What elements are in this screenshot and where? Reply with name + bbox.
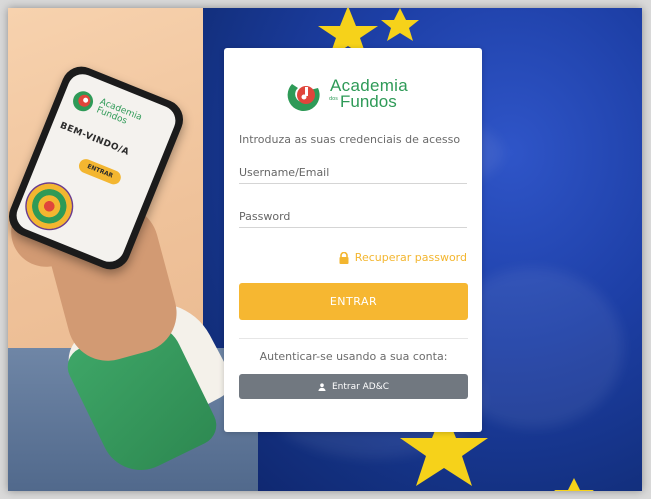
- logo-text-fundos: Fundos: [340, 92, 397, 111]
- academia-fundos-logo-icon: [287, 84, 320, 112]
- phone-decoration: [18, 175, 81, 238]
- alternative-auth-text: Autenticar-se usando a sua conta:: [259, 350, 448, 363]
- logo: Academia dos Fundos: [284, 76, 424, 116]
- password-field[interactable]: [239, 205, 467, 228]
- phone-logo-icon: [73, 91, 94, 112]
- logo-text-dos: dos: [329, 96, 338, 102]
- star-icon: [381, 8, 419, 41]
- user-icon: [318, 382, 326, 391]
- adc-login-button[interactable]: Entrar AD&C: [239, 374, 468, 399]
- username-email-field[interactable]: [239, 161, 467, 184]
- divider: [239, 338, 468, 339]
- phone-welcome: BEM-VINDO/A: [58, 120, 131, 158]
- star-icon: [554, 478, 594, 491]
- lock-icon: [339, 251, 349, 264]
- login-button[interactable]: ENTRAR: [239, 283, 468, 320]
- phone-logo-text: Academia Fundos: [95, 97, 143, 131]
- recover-password-label: Recuperar password: [354, 251, 467, 264]
- recover-password-link[interactable]: Recuperar password: [339, 251, 467, 264]
- login-subtitle: Introduza as suas credenciais de acesso: [239, 133, 461, 146]
- phone-enter-button: ENTRAR: [76, 156, 123, 187]
- login-card: Academia dos Fundos Introduza as suas cr…: [224, 48, 482, 432]
- adc-login-label: Entrar AD&C: [331, 381, 390, 392]
